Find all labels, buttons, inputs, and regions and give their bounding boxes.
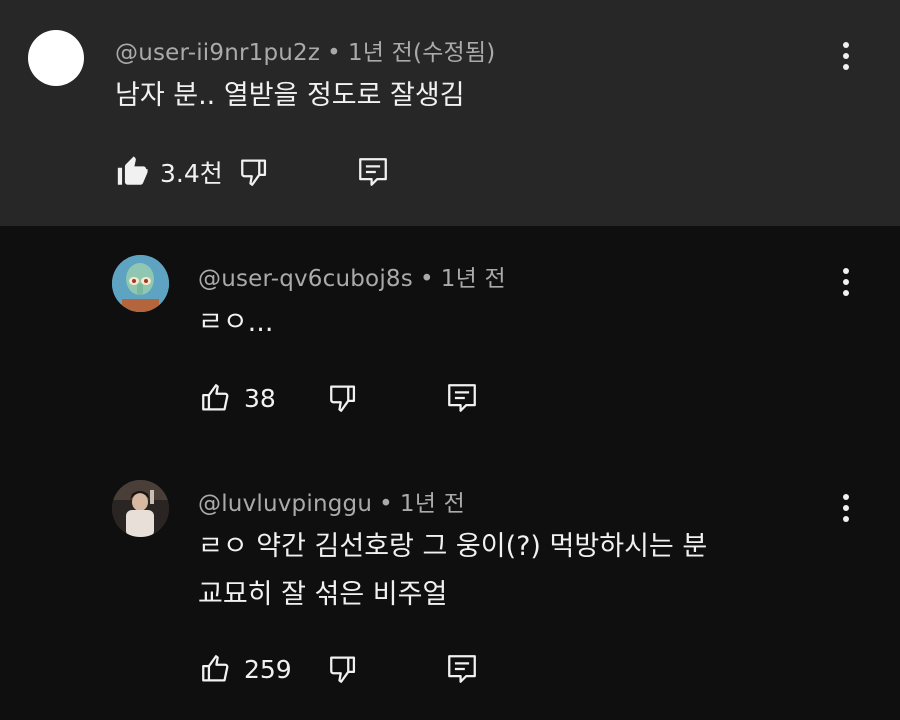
comment-actions: 38 bbox=[198, 378, 480, 418]
comment-text: ㄹㅇ... bbox=[198, 299, 273, 347]
reply-icon[interactable] bbox=[355, 154, 391, 190]
author-handle[interactable]: @luvluvpinggu bbox=[198, 491, 372, 517]
comment-meta: @luvluvpinggu • 1년 전 bbox=[198, 484, 465, 518]
reply-item: @user-qv6cuboj8s • 1년 전 ㄹㅇ... 38 bbox=[0, 226, 900, 462]
comment-thread: @user-ii9nr1pu2z • 1년 전(수정됨) 남자 분.. 열받을 정도… bbox=[0, 0, 900, 720]
comment-meta: @user-ii9nr1pu2z • 1년 전(수정됨) bbox=[115, 33, 495, 67]
comment-actions: 3.4천 bbox=[114, 152, 391, 192]
avatar[interactable] bbox=[112, 480, 169, 537]
comment-text-line: 교묘히 잘 섞은 비주얼 bbox=[198, 579, 448, 610]
avatar[interactable] bbox=[112, 255, 169, 312]
like-count: 3.4천 bbox=[160, 159, 223, 188]
like-count: 38 bbox=[244, 383, 276, 413]
comment-timestamp[interactable]: 1년 전 bbox=[400, 491, 465, 517]
more-actions-icon[interactable] bbox=[836, 38, 856, 74]
thumb-down-outline-icon[interactable] bbox=[237, 154, 273, 190]
comment-text-line: ㄹㅇ... bbox=[198, 307, 274, 338]
reply-icon[interactable] bbox=[444, 380, 480, 416]
separator-dot: • bbox=[327, 40, 341, 66]
comment-timestamp[interactable]: 1년 전 bbox=[441, 266, 506, 292]
comment-actions: 259 bbox=[198, 649, 480, 689]
comment-text: ㄹㅇ 약간 김선호랑 그 웅이(?) 먹방하시는 분 교묘히 잘 섞은 비주얼 bbox=[198, 523, 707, 619]
separator-dot: • bbox=[419, 266, 434, 292]
comment-text: 남자 분.. 열받을 정도로 잘생김 bbox=[115, 72, 465, 120]
comment-timestamp[interactable]: 1년 전(수정됨) bbox=[348, 40, 496, 66]
author-handle[interactable]: @user-qv6cuboj8s bbox=[198, 266, 413, 292]
like-count: 259 bbox=[244, 654, 292, 684]
thumb-up-filled-icon[interactable] bbox=[114, 154, 150, 190]
more-actions-icon[interactable] bbox=[836, 264, 856, 300]
reply-item: @luvluvpinggu • 1년 전 ㄹㅇ 약간 김선호랑 그 웅이(?) 먹방… bbox=[0, 462, 900, 720]
thumb-up-outline-icon[interactable] bbox=[198, 380, 234, 416]
avatar[interactable] bbox=[28, 30, 84, 86]
thumb-down-outline-icon[interactable] bbox=[326, 380, 362, 416]
thumb-down-outline-icon[interactable] bbox=[326, 651, 362, 687]
comment-text-line: 남자 분.. 열받을 정도로 잘생김 bbox=[115, 80, 465, 111]
comment-meta: @user-qv6cuboj8s • 1년 전 bbox=[198, 259, 506, 293]
thumb-up-outline-icon[interactable] bbox=[198, 651, 234, 687]
more-actions-icon[interactable] bbox=[836, 490, 856, 526]
comment-text-line: ㄹㅇ 약간 김선호랑 그 웅이(?) 먹방하시는 분 bbox=[198, 531, 708, 562]
comment-item-highlighted: @user-ii9nr1pu2z • 1년 전(수정됨) 남자 분.. 열받을 정도… bbox=[0, 0, 900, 226]
separator-dot: • bbox=[379, 491, 393, 517]
author-handle[interactable]: @user-ii9nr1pu2z bbox=[115, 40, 320, 66]
reply-icon[interactable] bbox=[444, 651, 480, 687]
